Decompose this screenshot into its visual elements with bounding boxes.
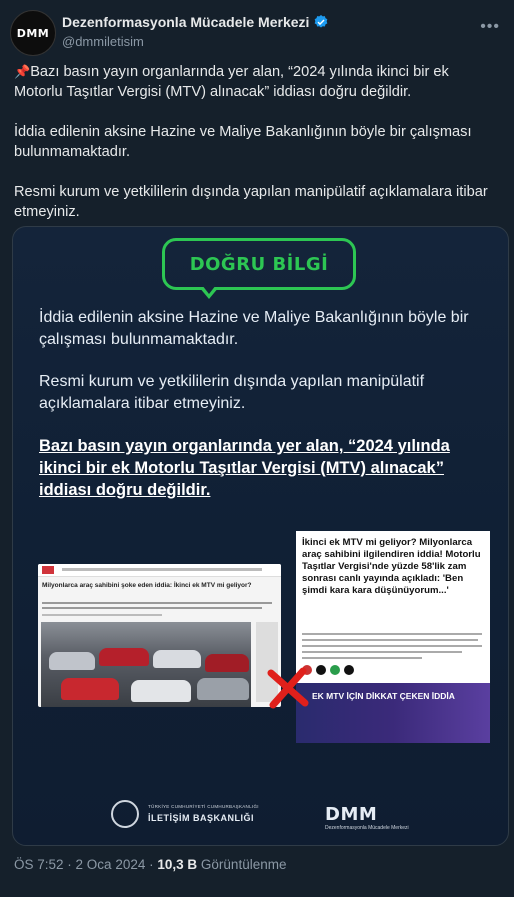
news2-text-line <box>302 639 478 641</box>
tweet-date[interactable]: 2 Oca 2024 <box>76 857 146 872</box>
news1-title: Milyonlarca araç sahibini şoke eden iddi… <box>42 582 252 589</box>
badge-text: DOĞRU BİLGİ <box>189 253 329 275</box>
tweet-text: 📌Bazı basın yayın organlarında yer alan,… <box>14 62 500 242</box>
car-shape <box>49 652 95 670</box>
news2-banner-text: EK MTV İÇİN DİKKAT ÇEKEN İDDİA <box>312 691 455 701</box>
news1-text-line <box>42 602 272 604</box>
verified-badge-icon <box>315 15 328 28</box>
meta-separator: · <box>67 857 76 872</box>
news1-image <box>41 622 251 707</box>
tweet-meta: ÖS 7:52 · 2 Oca 2024 · 10,3 B Görüntülen… <box>14 857 286 872</box>
views-count: 10,3 B <box>157 857 198 872</box>
car-shape <box>131 680 191 702</box>
news-screenshot-2: İkinci ek MTV mi geliyor? Milyonlarca ar… <box>296 531 490 743</box>
more-icon[interactable]: ••• <box>480 18 500 36</box>
news1-text-line <box>42 607 262 609</box>
car-shape <box>205 654 249 672</box>
tweet-paragraph-1: 📌Bazı basın yayın organlarında yer alan,… <box>14 62 500 102</box>
card-claim: Bazı basın yayın organlarında yer alan, … <box>39 437 450 499</box>
car-shape <box>153 650 201 668</box>
media-card[interactable]: DOĞRU BİLGİ İddia edilenin aksine Hazine… <box>12 226 509 846</box>
pushpin-icon: 📌 <box>14 64 31 79</box>
author-name-row: Dezenformasyonla Mücadele Merkezi <box>62 14 329 30</box>
footer-org-title: İLETİŞİM BAŞKANLIĞI <box>148 813 254 823</box>
dmm-logo-subtitle: Dezenformasyonla Mücadele Merkezi <box>325 825 409 831</box>
car-shape <box>99 648 149 666</box>
bubble-tail-inner <box>202 285 216 294</box>
news1-topbar <box>38 564 281 577</box>
author-handle[interactable]: @dmmiletisim <box>62 34 144 49</box>
author-display-name[interactable]: Dezenformasyonla Mücadele Merkezi <box>62 14 309 30</box>
news2-text-line <box>302 657 422 659</box>
car-shape <box>197 678 249 700</box>
news1-text-line <box>42 614 162 616</box>
views-label: Görüntülenme <box>200 857 287 872</box>
red-cross-icon <box>267 667 309 709</box>
tweet-paragraph-3: Resmi kurum ve yetkililerin dışında yapı… <box>14 184 488 220</box>
share-dot <box>330 665 340 675</box>
badge-bubble: DOĞRU BİLGİ <box>162 238 356 290</box>
share-dot <box>344 665 354 675</box>
share-dot <box>316 665 326 675</box>
news2-banner: EK MTV İÇİN DİKKAT ÇEKEN İDDİA <box>296 683 490 743</box>
news1-menu <box>62 568 262 571</box>
card-paragraph-1: İddia edilenin aksine Hazine ve Maliye B… <box>39 309 469 348</box>
avatar[interactable]: DMM <box>10 10 56 56</box>
news1-logo <box>42 566 54 574</box>
iletisim-emblem-icon <box>111 800 139 828</box>
tweet-paragraph-1-text: Bazı basın yayın organlarında yer alan, … <box>14 64 449 100</box>
news2-text-line <box>302 633 482 635</box>
card-paragraph-2: Resmi kurum ve yetkililerin dışında yapı… <box>39 373 425 412</box>
dmm-logo: DMM <box>325 804 378 825</box>
news-screenshot-1: Milyonlarca araç sahibini şoke eden iddi… <box>38 564 281 707</box>
tweet-time[interactable]: ÖS 7:52 <box>14 857 64 872</box>
car-shape <box>61 678 119 700</box>
tweet-paragraph-2: İddia edilenin aksine Hazine ve Maliye B… <box>14 124 472 160</box>
tweet-header: DMM Dezenformasyonla Mücadele Merkezi @d… <box>10 8 504 58</box>
news2-title: İkinci ek MTV mi geliyor? Milyonlarca ar… <box>302 537 481 596</box>
news2-text-line <box>302 645 482 647</box>
news2-text-line <box>302 651 462 653</box>
footer-org-subtitle: TÜRKİYE CUMHURİYETİ CUMHURBAŞKANLIĞI <box>148 804 259 809</box>
